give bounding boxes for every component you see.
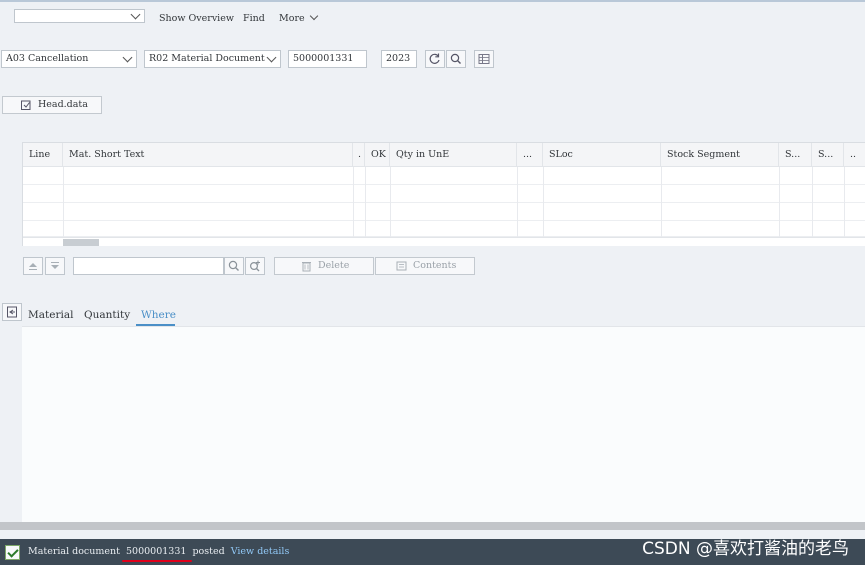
delete-button[interactable]: Delete bbox=[274, 257, 374, 275]
column-header-dot[interactable]: . bbox=[353, 143, 365, 167]
contents-icon bbox=[396, 261, 407, 271]
sort-ascending-button[interactable] bbox=[23, 257, 43, 275]
status-message-suffix: posted bbox=[192, 546, 225, 557]
red-underline-mark bbox=[121, 560, 193, 562]
document-number-input[interactable]: 5000001331 bbox=[288, 50, 367, 68]
table-layout-icon bbox=[478, 54, 490, 64]
more-menu-button[interactable]: More bbox=[279, 11, 318, 26]
column-header-s2[interactable]: S... bbox=[812, 143, 844, 167]
sort-descending-button[interactable] bbox=[45, 257, 65, 275]
chevron-down-icon bbox=[130, 10, 141, 20]
tab-quantity[interactable]: Quantity bbox=[84, 304, 130, 326]
status-message-prefix: Material document bbox=[28, 546, 120, 557]
search-button[interactable] bbox=[446, 50, 466, 68]
column-divider bbox=[543, 167, 544, 237]
collapse-icon bbox=[7, 306, 17, 318]
delete-label: Delete bbox=[318, 260, 350, 271]
column-header-s1[interactable]: S... bbox=[779, 143, 812, 167]
column-header-ellipsis[interactable]: ... bbox=[517, 143, 543, 167]
column-divider bbox=[63, 167, 64, 237]
column-divider bbox=[661, 167, 662, 237]
column-divider bbox=[390, 167, 391, 237]
refresh-icon bbox=[429, 53, 440, 64]
scrollbar-thumb[interactable] bbox=[63, 239, 99, 246]
action-select-value: A03 Cancellation bbox=[6, 53, 89, 64]
column-header-sloc[interactable]: SLoc bbox=[543, 143, 661, 167]
show-overview-button[interactable]: Show Overview bbox=[159, 12, 234, 26]
footer-splitter[interactable] bbox=[0, 522, 865, 530]
find-in-table-button[interactable] bbox=[224, 257, 244, 275]
table-search-input[interactable] bbox=[73, 257, 224, 275]
trash-icon bbox=[302, 262, 311, 272]
head-data-label: Head.data bbox=[38, 99, 88, 110]
search-icon bbox=[228, 260, 239, 271]
head-data-button[interactable]: Head.data bbox=[2, 96, 102, 114]
reference-select[interactable]: R02 Material Document bbox=[144, 50, 281, 68]
variant-select[interactable] bbox=[14, 9, 145, 23]
table-row[interactable] bbox=[23, 185, 865, 203]
chevron-down-icon bbox=[266, 52, 277, 63]
status-document-number-text: 5000001331 bbox=[125, 546, 187, 557]
find-next-button[interactable] bbox=[245, 257, 265, 275]
layout-button[interactable] bbox=[474, 50, 494, 68]
status-document-number: 5000001331 bbox=[121, 546, 193, 562]
table-header: Line Mat. Short Text . OK Qty in UnE ...… bbox=[23, 143, 865, 167]
search-next-icon bbox=[249, 260, 260, 272]
top-border bbox=[0, 0, 865, 2]
watermark-text: CSDN @喜欢打酱油的老鸟 bbox=[642, 539, 849, 559]
column-header-qty[interactable]: Qty in UnE bbox=[390, 143, 517, 167]
table-row[interactable] bbox=[23, 167, 865, 185]
column-divider bbox=[353, 167, 354, 237]
find-button[interactable]: Find bbox=[243, 12, 265, 26]
column-divider bbox=[812, 167, 813, 237]
more-label: More bbox=[279, 13, 305, 24]
contents-button[interactable]: Contents bbox=[375, 257, 475, 275]
contents-label: Contents bbox=[413, 260, 457, 271]
action-select[interactable]: A03 Cancellation bbox=[1, 50, 137, 68]
column-divider bbox=[844, 167, 845, 237]
column-divider bbox=[365, 167, 366, 237]
column-divider bbox=[517, 167, 518, 237]
table-row[interactable] bbox=[23, 203, 865, 221]
column-header-stock-segment[interactable]: Stock Segment bbox=[661, 143, 779, 167]
horizontal-scrollbar[interactable] bbox=[23, 237, 865, 246]
header-data-icon bbox=[21, 100, 31, 110]
status-message: Material document 5000001331 posted View… bbox=[28, 546, 290, 562]
view-details-link[interactable]: View details bbox=[231, 546, 290, 557]
tab-material[interactable]: Material bbox=[28, 304, 73, 326]
success-check-icon bbox=[5, 545, 20, 560]
column-header-line[interactable]: Line bbox=[23, 143, 63, 167]
column-header-more[interactable]: .. bbox=[844, 143, 865, 167]
year-input[interactable]: 2023 bbox=[381, 50, 417, 68]
column-divider bbox=[779, 167, 780, 237]
execute-button[interactable] bbox=[425, 50, 445, 68]
sort-descending-icon bbox=[51, 262, 59, 269]
item-table: Line Mat. Short Text . OK Qty in UnE ...… bbox=[22, 142, 865, 246]
tab-where[interactable]: Where bbox=[136, 304, 176, 326]
reference-select-value: R02 Material Document bbox=[149, 53, 265, 64]
detail-panel bbox=[22, 326, 865, 522]
chevron-down-icon bbox=[309, 11, 318, 21]
table-row[interactable] bbox=[23, 221, 865, 237]
sort-ascending-icon bbox=[29, 263, 37, 270]
search-icon bbox=[450, 53, 461, 64]
collapse-detail-button[interactable] bbox=[2, 303, 22, 321]
column-header-ok[interactable]: OK bbox=[365, 143, 390, 167]
chevron-down-icon bbox=[122, 52, 133, 63]
column-header-short-text[interactable]: Mat. Short Text bbox=[63, 143, 353, 167]
